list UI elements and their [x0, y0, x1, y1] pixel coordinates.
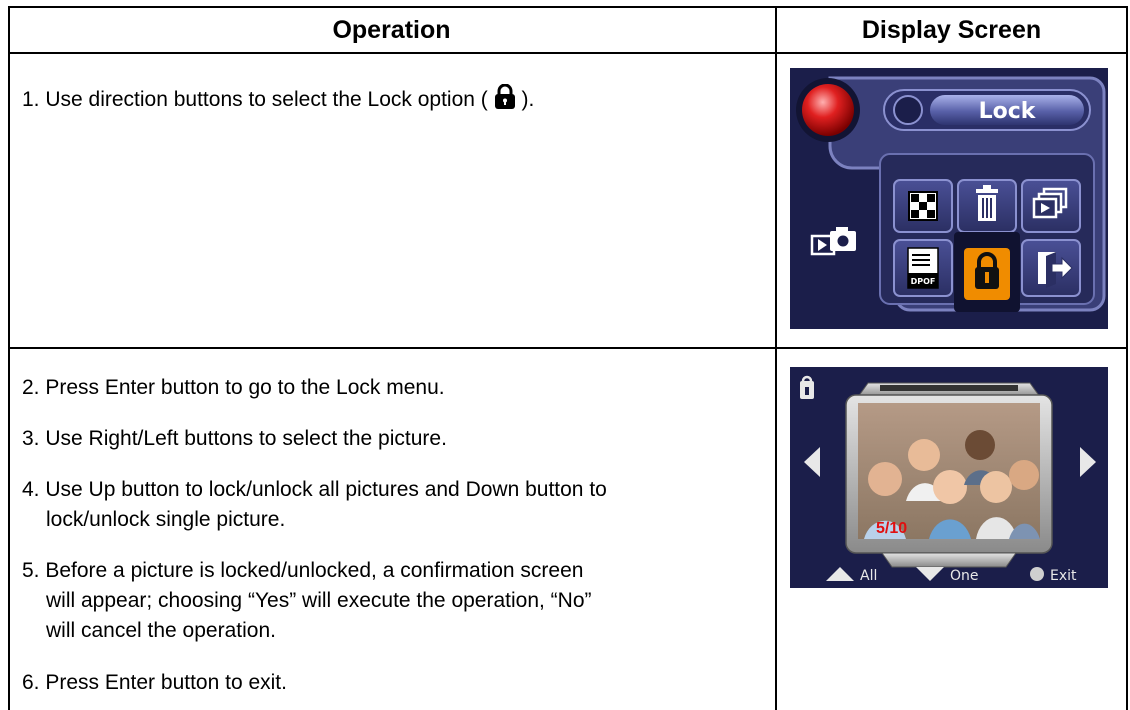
- step-1: 1. Use direction buttons to select the L…: [22, 83, 762, 119]
- trash-icon[interactable]: [957, 179, 1017, 233]
- exit-label: Exit: [1050, 568, 1077, 584]
- step-6: 6. Press Enter button to exit.: [22, 671, 287, 694]
- one-label: One: [950, 568, 979, 584]
- step-4: 4. Use Up button to lock/unlock all pict…: [22, 475, 767, 535]
- table-top-border: [8, 6, 1128, 8]
- step-2: 2. Press Enter button to go to the Lock …: [22, 376, 445, 399]
- operation-header: Operation: [332, 16, 451, 44]
- instruction-table: Operation Display Screen 1. Use directio…: [8, 6, 1128, 710]
- display-screen-header: Display Screen: [861, 16, 1042, 44]
- enter-button-icon: [1030, 567, 1044, 581]
- exit-icon[interactable]: [1021, 239, 1081, 297]
- header-divider: [8, 52, 1128, 54]
- step-3: 3. Use Right/Left buttons to select the …: [22, 427, 447, 450]
- step-5-line-1: 5. Before a picture is locked/unlocked, …: [22, 559, 584, 582]
- lock-menu-screen: Lock DPOF: [790, 68, 1108, 329]
- thumbnail-icon[interactable]: [893, 179, 953, 233]
- red-indicator-icon: [802, 84, 854, 136]
- step-4-line-2: lock/unlock single picture.: [46, 508, 286, 531]
- row-divider: [8, 347, 1128, 349]
- step-5-line-3: will cancel the operation.: [46, 619, 276, 642]
- dpof-label: DPOF: [911, 277, 936, 286]
- all-label: All: [860, 568, 877, 584]
- lock-photo-screen: 5/10 All One Exit: [790, 367, 1108, 588]
- column-divider: [775, 6, 777, 710]
- step-1-text: 1. Use direction buttons to select the L…: [22, 88, 488, 111]
- step-5: 5. Before a picture is locked/unlocked, …: [22, 556, 767, 646]
- dpof-icon[interactable]: DPOF: [893, 239, 953, 297]
- step-1-text-end: ).: [521, 88, 535, 111]
- table-left-border: [8, 6, 10, 710]
- table-right-border: [1126, 6, 1128, 710]
- picture-counter: 5/10: [876, 520, 907, 537]
- lock-icon-selected[interactable]: [954, 232, 1020, 312]
- menu-title: Lock: [979, 99, 1037, 124]
- slideshow-icon[interactable]: [1021, 179, 1081, 233]
- lock-icon: [494, 83, 516, 119]
- step-5-line-2: will appear; choosing “Yes” will execute…: [46, 589, 592, 612]
- step-4-line-1: 4. Use Up button to lock/unlock all pict…: [22, 478, 607, 501]
